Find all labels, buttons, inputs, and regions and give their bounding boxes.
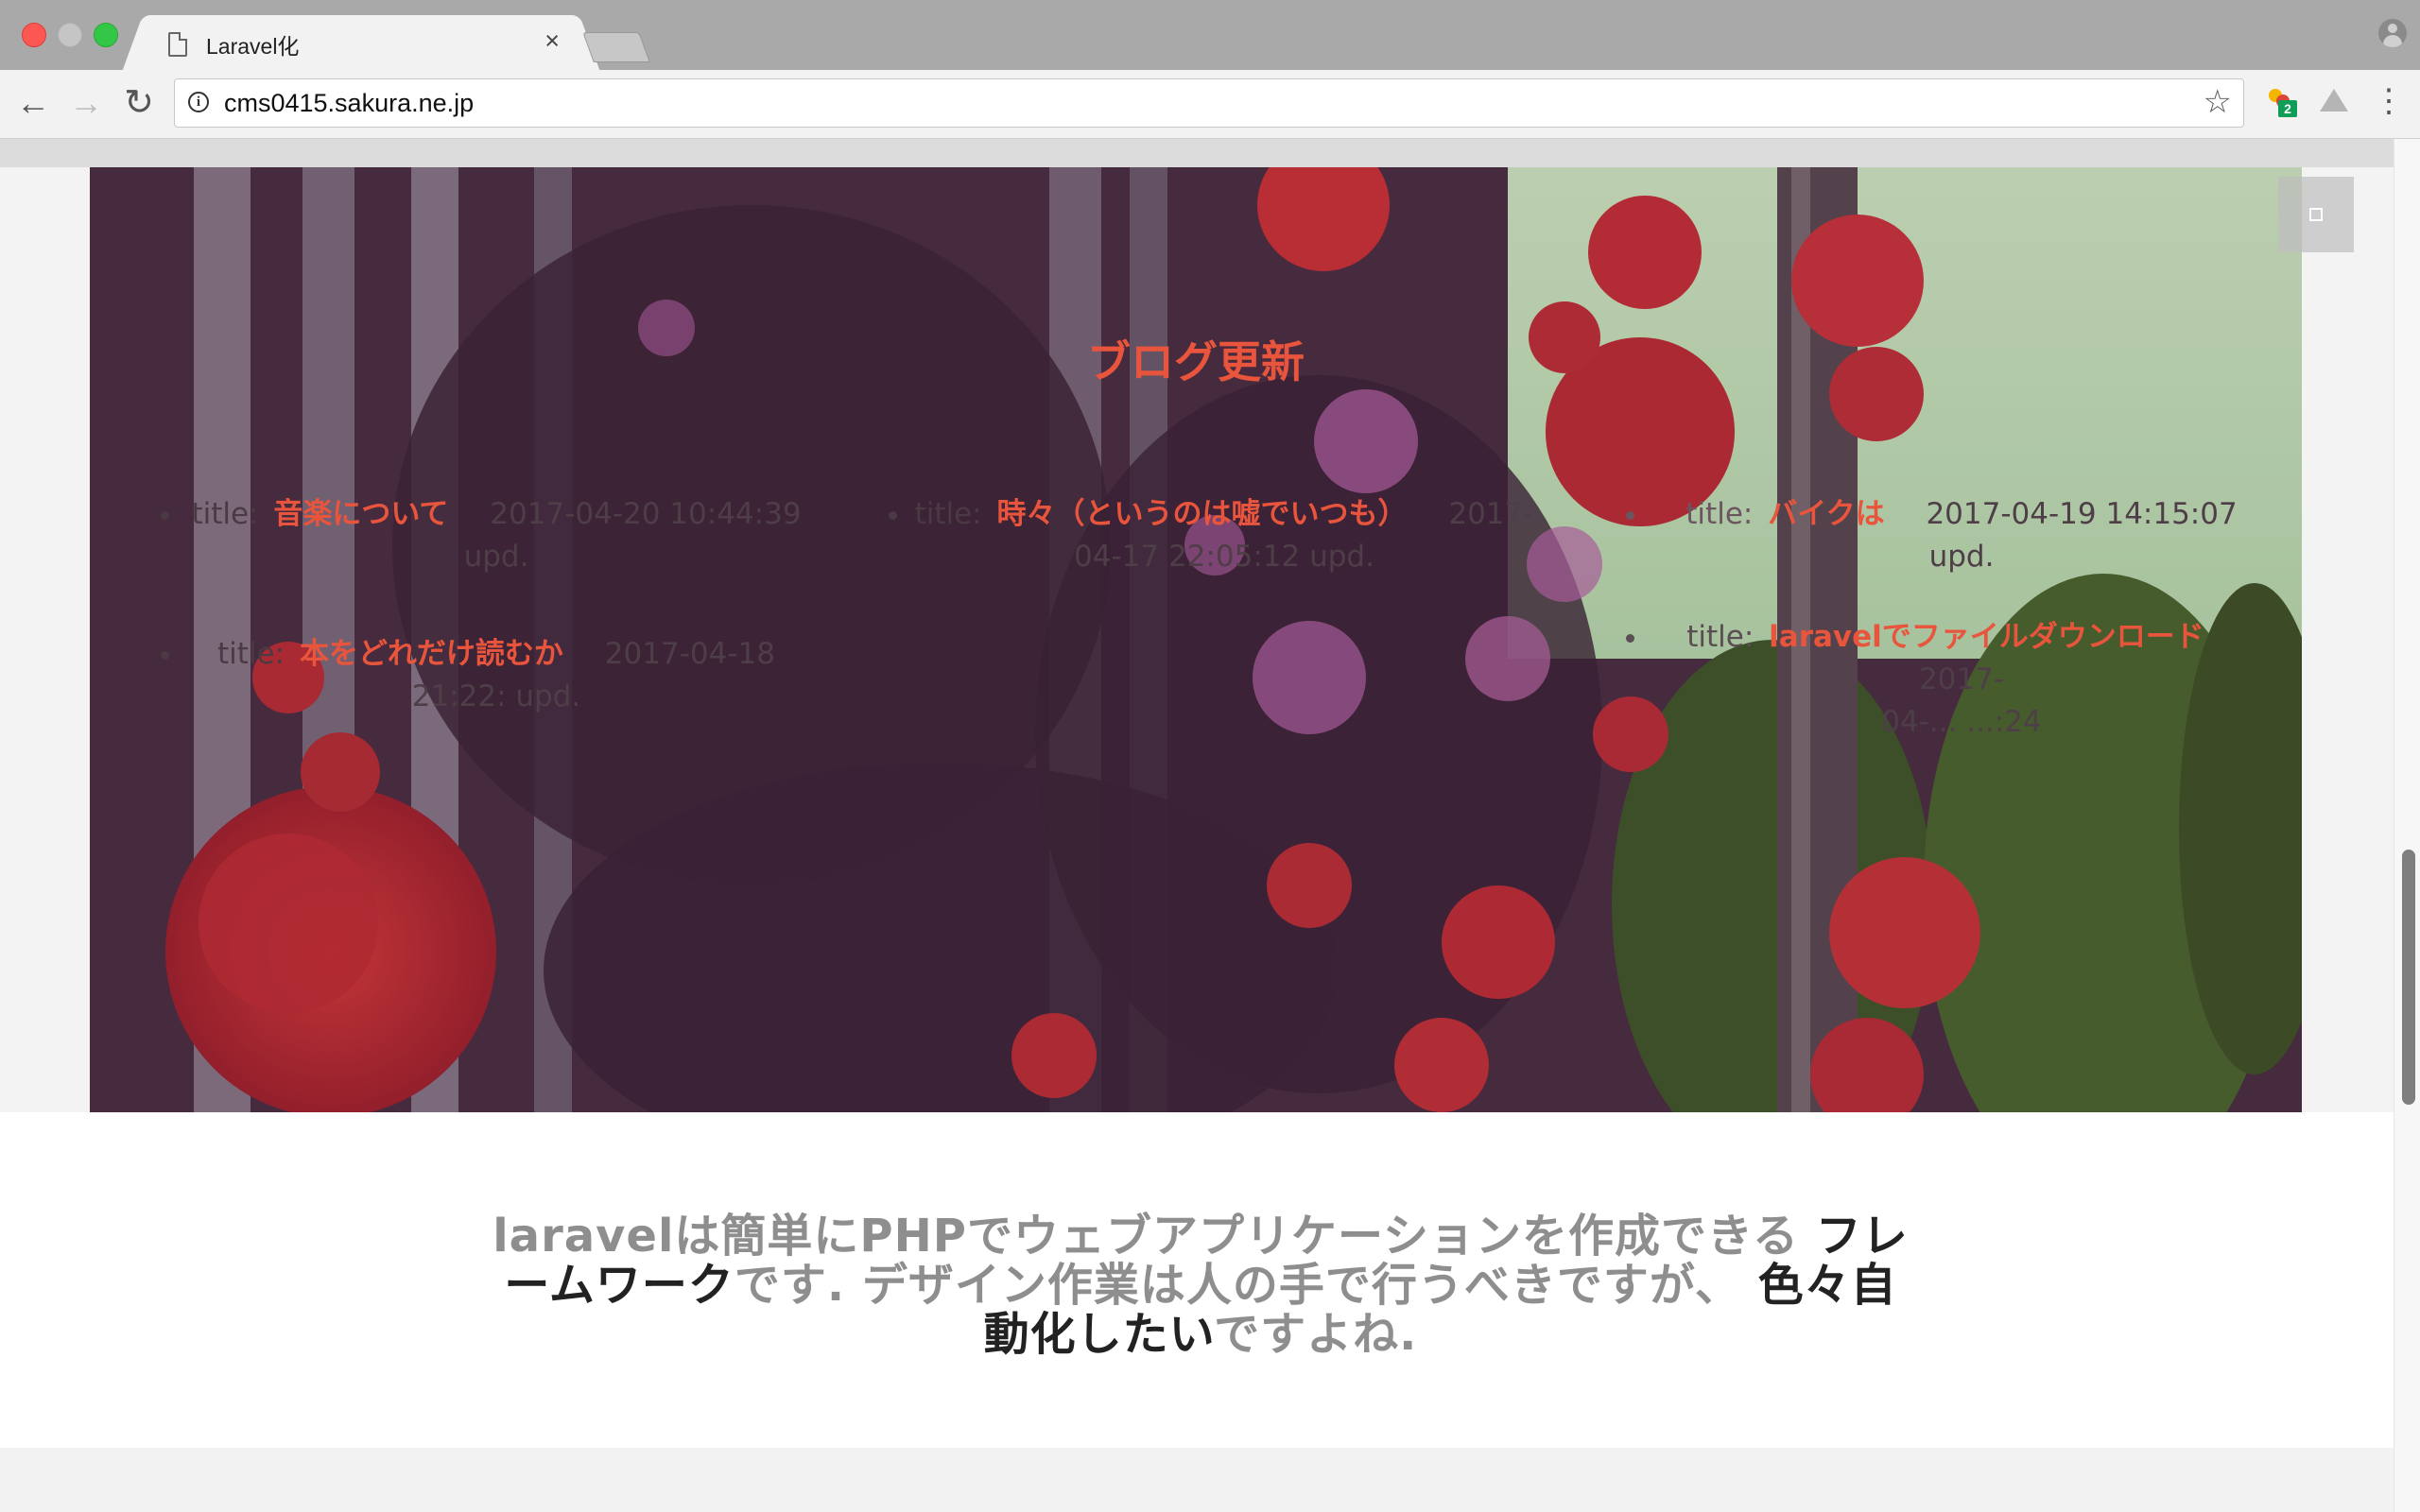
- post-date: 2017-04-18: [604, 637, 775, 671]
- document-icon: [168, 32, 187, 57]
- next-section: [0, 1448, 2394, 1512]
- window-minimize-button[interactable]: [58, 23, 82, 47]
- scrollbar[interactable]: [2394, 139, 2420, 1512]
- address-bar[interactable]: i cms0415.sakura.ne.jp ☆: [174, 78, 2244, 128]
- reload-button[interactable]: ↻: [117, 81, 161, 125]
- post-time: 04-... ...:24: [1881, 705, 2042, 739]
- title-label: title:: [217, 637, 285, 671]
- window-close-button[interactable]: [22, 23, 46, 47]
- about-text-part: です. デザイン作業は人の手で行うべきですが、: [734, 1259, 1758, 1312]
- list-item: title: laravelでファイルダウンロード 2017- 04-... .…: [1650, 616, 2273, 744]
- post-time: 21:22:: [411, 679, 507, 713]
- list-item: title: 本をどれだけ読むか 2017-04-18 21:22: upd.: [184, 633, 808, 718]
- browser-tab-strip: Laravel化 ×: [0, 0, 2420, 72]
- list-item: title: 時々（というのは嘘でいつも） 2017- 04-17 22:05:…: [912, 493, 1536, 578]
- browser-toolbar: ← → ↻ i cms0415.sakura.ne.jp ☆ 2 ⋮: [0, 70, 2420, 139]
- title-label: title:: [1685, 497, 1754, 531]
- extension-badge: 2: [2278, 100, 2297, 117]
- upd-label: upd.: [1928, 540, 1995, 574]
- browser-tab[interactable]: Laravel化 ×: [144, 15, 579, 72]
- upd-label: upd.: [463, 540, 529, 574]
- upd-label: upd.: [515, 679, 581, 713]
- list-item: title: 音楽について 2017-04-20 10:44:39 upd.: [184, 493, 808, 578]
- window-maximize-button[interactable]: [94, 23, 118, 47]
- hero-section: ブログ更新 title: 音楽について 2017-04-20 10:44:39 …: [90, 167, 2302, 1112]
- post-link-bike[interactable]: バイクは: [1768, 497, 1884, 531]
- new-tab-button[interactable]: [582, 32, 650, 62]
- post-link-music[interactable]: 音楽について: [273, 497, 448, 531]
- title-label: title:: [914, 497, 982, 531]
- blog-column-3: title: バイクは 2017-04-19 14:15:07 upd. tit…: [1593, 493, 2273, 780]
- url-text[interactable]: cms0415.sakura.ne.jp: [224, 89, 474, 118]
- upd-label: upd.: [1309, 540, 1374, 574]
- drive-icon[interactable]: [2318, 85, 2350, 113]
- post-link-laravel-download[interactable]: laravelでファイルダウンロード: [1769, 620, 2204, 654]
- profile-icon[interactable]: [2378, 19, 2407, 47]
- about-text-part: ですよね.: [1214, 1308, 1418, 1361]
- menu-icon[interactable]: ⋮: [2373, 85, 2405, 117]
- star-icon[interactable]: ☆: [2204, 83, 2232, 121]
- blog-updates: ブログ更新 title: 音楽について 2017-04-20 10:44:39 …: [90, 167, 2302, 1112]
- tab-close-button[interactable]: ×: [544, 26, 560, 56]
- page-top-strip: [0, 139, 2394, 167]
- scrollbar-thumb[interactable]: [2402, 850, 2415, 1105]
- info-icon[interactable]: i: [188, 92, 209, 112]
- about-section: laravelは簡単にPHPでウェブアプリケーションを作成できる フレームワーク…: [0, 1112, 2394, 1448]
- tab-title: Laravel化: [206, 34, 300, 59]
- about-text-part: laravelは簡単にPHPでウェブアプリケーションを作成できる: [493, 1210, 1816, 1263]
- back-button[interactable]: ←: [11, 81, 55, 125]
- title-label: title:: [191, 497, 259, 531]
- post-date: 2017-: [1448, 497, 1534, 531]
- post-link-books[interactable]: 本をどれだけ読むか: [300, 637, 563, 671]
- post-date: 2017-04-19 14:15:07: [1926, 497, 2238, 531]
- post-time: 04-17 22:05:12: [1074, 540, 1301, 574]
- post-link-sometimes[interactable]: 時々（というのは嘘でいつも）: [996, 497, 1407, 531]
- post-date: 2017-: [1918, 662, 2005, 696]
- about-text: laravelは簡単にPHPでウェブアプリケーションを作成できる フレームワーク…: [482, 1211, 1919, 1359]
- blog-column-2: title: 時々（というのは嘘でいつも） 2017- 04-17 22:05:…: [856, 493, 1536, 614]
- blog-column-1: title: 音楽について 2017-04-20 10:44:39 upd. t…: [128, 493, 808, 754]
- title-label: title:: [1686, 620, 1754, 654]
- blog-updates-heading: ブログ更新: [1087, 336, 1305, 387]
- list-item: title: バイクは 2017-04-19 14:15:07 upd.: [1650, 493, 2273, 578]
- forward-button[interactable]: →: [64, 81, 108, 125]
- fullscreen-toggle-button[interactable]: [2278, 177, 2354, 252]
- page-viewport: ブログ更新 title: 音楽について 2017-04-20 10:44:39 …: [0, 139, 2394, 1512]
- post-date: 2017-04-20 10:44:39: [490, 497, 802, 531]
- extension-icon[interactable]: 2: [2267, 87, 2297, 117]
